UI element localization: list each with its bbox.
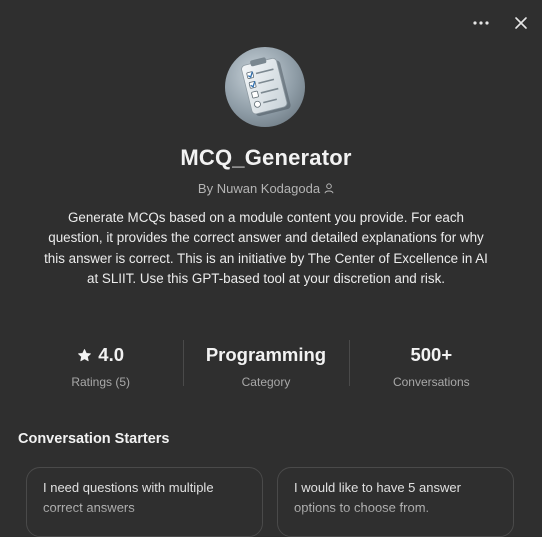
more-horizontal-icon [473,21,489,25]
close-button[interactable] [508,12,534,34]
author-byline: By Nuwan Kodagoda [0,181,532,197]
stat-conversations: 500+ Conversations [348,338,514,389]
category-value: Programming [205,344,327,365]
rating-value: 4.0 [98,344,125,365]
gpt-title: MCQ_Generator [180,145,352,170]
gpt-details-panel: MCQ_Generator By Nuwan Kodagoda Generate… [0,0,542,537]
conversations-value: 500+ [410,344,453,365]
conversation-starters-heading: Conversation Starters [18,431,170,447]
category-label: Category [241,375,291,389]
conversation-starters-list: I need questions with multiple correct a… [26,467,514,537]
conversations-label: Conversations [392,375,470,389]
rating-label: Ratings (5) [71,375,130,389]
top-actions [468,12,534,34]
star-icon [78,348,92,361]
close-icon [515,17,527,29]
stats-row: 4.0 Ratings (5) Programming Category 500… [18,338,514,389]
more-options-button[interactable] [468,12,494,34]
person-icon [324,182,334,197]
gpt-description: Generate MCQs based on a module content … [44,210,488,286]
rating-value-row: 4.0 [18,344,183,366]
author-name: By Nuwan Kodagoda [197,181,321,196]
stat-rating: 4.0 Ratings (5) [18,338,183,389]
stat-category: Programming Category [183,338,348,389]
conversation-starter-text: I need questions with multiple correct a… [43,480,214,515]
conversation-starter-text: I would like to have 5 answer options to… [294,480,461,515]
conversation-starter-card[interactable]: I would like to have 5 answer options to… [277,467,514,537]
gpt-avatar [225,47,305,127]
conversation-starter-card[interactable]: I need questions with multiple correct a… [26,467,263,537]
mcq-checklist-avatar-icon [241,57,291,117]
